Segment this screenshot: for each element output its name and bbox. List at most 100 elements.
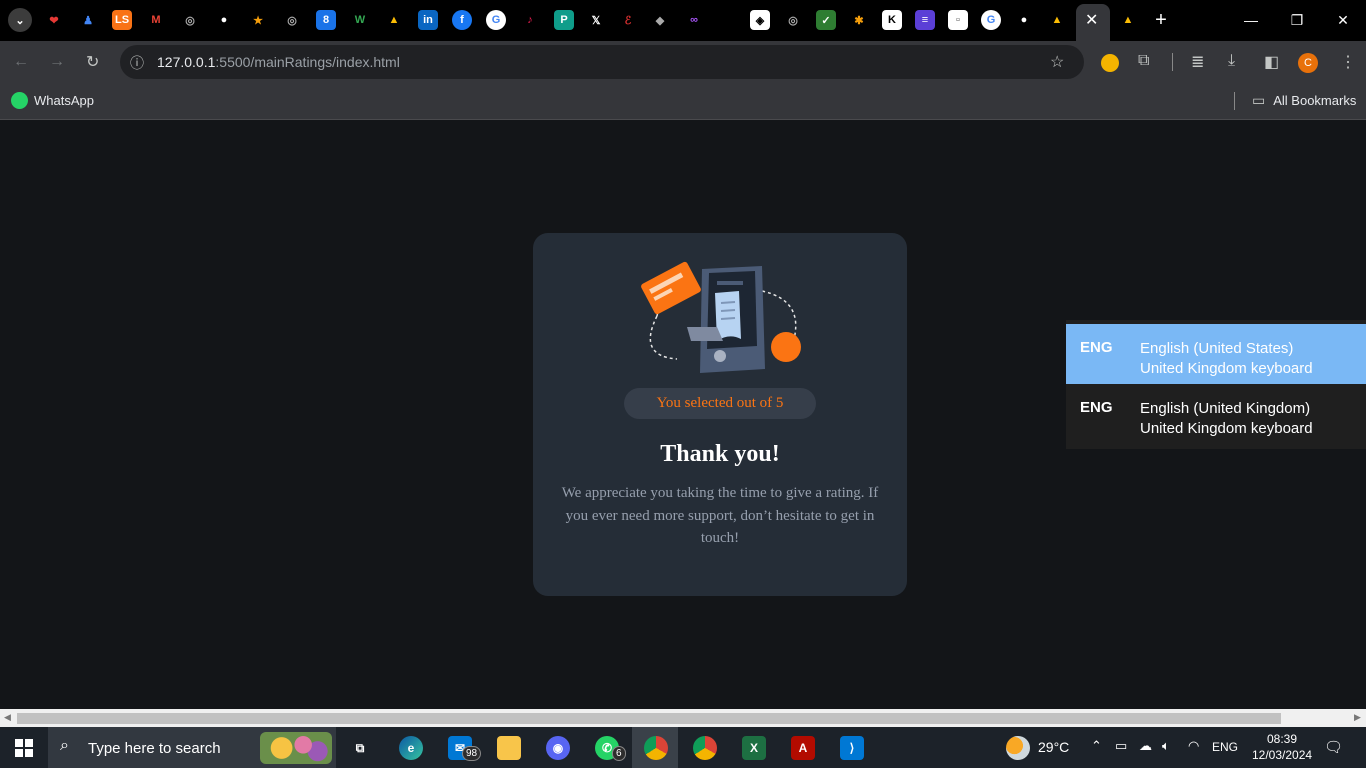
site-info-icon[interactable]: ⓘ	[130, 53, 144, 73]
system-clock[interactable]: 08:39 12/03/2024	[1252, 731, 1312, 763]
edge-icon[interactable]: e	[399, 736, 423, 760]
toolbar-divider	[1172, 53, 1173, 71]
menu-kebab-icon[interactable]: ⋮	[1340, 52, 1356, 72]
tab-favicon-star-icon[interactable]: ★	[248, 10, 268, 30]
horizontal-scrollbar[interactable]: ◀ ▶	[0, 709, 1366, 727]
minimize-icon[interactable]: —	[1236, 8, 1266, 32]
tab-favicon-drive-icon[interactable]: ▲	[1047, 10, 1067, 30]
tab-favicon-codepen-icon[interactable]: ◈	[750, 10, 770, 30]
tab-favicon-colorful-icon[interactable]: ✱	[849, 10, 869, 30]
tab-favicon-person-icon[interactable]: ♟	[78, 10, 98, 30]
tab-favicon-google-icon[interactable]: G	[981, 10, 1001, 30]
tab-favicon-facebook-icon[interactable]: f	[452, 10, 472, 30]
side-panel-icon[interactable]: ◧	[1264, 52, 1279, 72]
bookmarks-divider	[1234, 92, 1235, 110]
tab-favicon-globe-icon[interactable]: ◎	[282, 10, 302, 30]
tab-favicon-shield-icon[interactable]: ✓	[816, 10, 836, 30]
volume-icon[interactable]: 🔈︎	[1162, 738, 1170, 754]
tab-strip: ⌄ ❤ ♟ LS M ◎ ● ★ ◎ 8 W ▲ in f G ♪ P 𝕏 ℰ …	[0, 0, 1366, 41]
bookmarks-bar: WhatsApp ▭ All Bookmarks	[0, 84, 1366, 120]
input-language-menu: ENG English (United States) United Kingd…	[1066, 320, 1366, 449]
profile-avatar[interactable]: C	[1298, 53, 1318, 73]
close-tab-icon[interactable]: ✕	[1085, 10, 1098, 30]
input-language-indicator[interactable]: ENG	[1212, 740, 1238, 754]
tab-favicon-github-icon[interactable]: ●	[214, 10, 234, 30]
tab-favicon-gmail-icon[interactable]: M	[146, 10, 166, 30]
tab-search-icon[interactable]: ⌄	[8, 8, 32, 32]
language-option-us[interactable]: ENG English (United States) United Kingd…	[1066, 324, 1366, 384]
excel-icon[interactable]: X	[742, 736, 766, 760]
tab-favicon-calendar-icon[interactable]: 8	[316, 10, 336, 30]
task-view-icon[interactable]: ⧉	[348, 736, 372, 760]
notification-center-icon[interactable]: 🗨︎	[1324, 738, 1343, 756]
tab-favicon-google-icon[interactable]: G	[486, 10, 506, 30]
all-bookmarks-button[interactable]: ▭ All Bookmarks	[1252, 92, 1356, 109]
weather-temperature[interactable]: 29°C	[1038, 739, 1069, 755]
search-icon: ⌕	[60, 737, 69, 754]
chrome-profile-icon[interactable]	[644, 736, 668, 760]
tab-favicon-x-icon[interactable]: 𝕏	[586, 10, 606, 30]
windows-start-icon[interactable]	[15, 739, 33, 757]
extensions-puzzle-icon[interactable]: ⧉	[1138, 52, 1149, 70]
scrollbar-thumb[interactable]	[17, 713, 1281, 724]
address-bar[interactable]: ⓘ 127.0.0.1:5500/mainRatings/index.html …	[120, 45, 1084, 79]
new-tab-icon[interactable]: +	[1151, 9, 1171, 31]
tab-favicon-red-icon[interactable]: ℰ	[618, 10, 638, 30]
keyboard-layout: United Kingdom keyboard	[1140, 420, 1313, 437]
close-window-icon[interactable]: ✕	[1328, 8, 1358, 32]
language-name: English (United States)	[1140, 340, 1294, 357]
tab-favicon-doc-icon[interactable]: ▫	[948, 10, 968, 30]
discord-icon[interactable]: ◉	[546, 736, 570, 760]
bookmark-whatsapp[interactable]: WhatsApp	[11, 92, 94, 109]
whatsapp-icon	[11, 92, 28, 109]
tab-favicon-ls-icon[interactable]: LS	[112, 10, 132, 30]
scroll-right-icon[interactable]: ▶	[1354, 712, 1361, 723]
rating-result-badge: You selected out of 5	[624, 388, 816, 419]
battery-icon[interactable]: ▭	[1115, 738, 1127, 754]
forward-icon[interactable]: →	[49, 53, 65, 71]
clock-time: 08:39	[1266, 732, 1298, 746]
tab-favicon-linkedin-icon[interactable]: in	[418, 10, 438, 30]
tab-favicon-k-icon[interactable]: K	[882, 10, 902, 30]
keyboard-layout: United Kingdom keyboard	[1140, 360, 1313, 377]
tab-favicon-app-icon[interactable]: P	[554, 10, 574, 30]
active-tab[interactable]: ✕	[1076, 4, 1110, 41]
thank-you-card: You selected out of 5 Thank you! We appr…	[533, 233, 907, 596]
language-name: English (United Kingdom)	[1140, 400, 1311, 417]
onedrive-icon[interactable]: ☁	[1139, 738, 1152, 754]
tab-favicon-link-icon[interactable]: ∞	[684, 10, 704, 30]
network-icon[interactable]: ◠	[1188, 738, 1199, 754]
scroll-left-icon[interactable]: ◀	[4, 712, 11, 723]
taskbar-search-box[interactable]: ⌕ Type here to search	[48, 727, 336, 768]
bookmark-star-icon[interactable]: ☆	[1050, 52, 1064, 72]
show-hidden-icons[interactable]: ⌃	[1091, 738, 1102, 754]
download-icon[interactable]: ⤓	[1228, 52, 1235, 70]
tab-favicon-globe-icon[interactable]: ◎	[180, 10, 200, 30]
tab-favicon-drive-icon[interactable]: ▲	[1118, 10, 1138, 30]
acrobat-icon[interactable]: A	[791, 736, 815, 760]
chrome-icon[interactable]	[693, 736, 717, 760]
tab-favicon-w-icon[interactable]: W	[350, 10, 370, 30]
tab-favicon-list-icon[interactable]: ≡	[915, 10, 935, 30]
language-option-uk[interactable]: ENG English (United Kingdom) United King…	[1066, 384, 1366, 444]
bookmark-whatsapp-label: WhatsApp	[34, 93, 94, 108]
url-text[interactable]: 127.0.0.1:5500/mainRatings/index.html	[157, 54, 400, 70]
tab-favicon-heart-icon[interactable]: ❤	[44, 10, 64, 30]
tab-favicon-github-icon[interactable]: ●	[1014, 10, 1034, 30]
restore-icon[interactable]: ❐	[1282, 8, 1312, 32]
mail-badge: 98	[462, 746, 482, 761]
extension-icon[interactable]	[1101, 54, 1119, 72]
vscode-icon[interactable]: ⟩	[840, 736, 864, 760]
tab-favicon-stack-icon[interactable]: ◆	[650, 10, 670, 30]
back-icon[interactable]: ←	[13, 53, 29, 71]
tab-favicon-tiktok-icon[interactable]: ♪	[520, 10, 540, 30]
weather-icon[interactable]	[1006, 736, 1030, 760]
thank-you-message: We appreciate you taking the time to giv…	[561, 485, 879, 546]
tab-favicon-globe-icon[interactable]: ◎	[783, 10, 803, 30]
windows-taskbar: ⌕ Type here to search ⧉ e ✉ 98 ◉ ✆ 6 X A…	[0, 727, 1366, 768]
reload-icon[interactable]: ↻	[86, 52, 99, 72]
language-code: ENG	[1080, 339, 1113, 356]
file-explorer-icon[interactable]	[497, 736, 521, 760]
tab-favicon-drive-icon[interactable]: ▲	[384, 10, 404, 30]
media-control-icon[interactable]: ≣	[1191, 52, 1204, 72]
